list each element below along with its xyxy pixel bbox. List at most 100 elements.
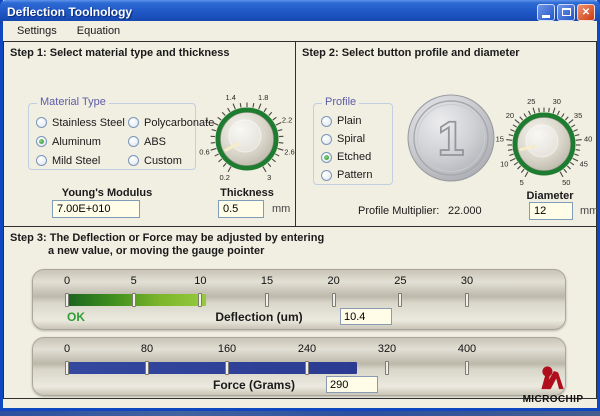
tick-label: 30 [461,275,473,287]
radio-label: Etched [337,151,371,163]
menu-settings[interactable]: Settings [9,23,65,39]
step3-header-line2: a new value, or moving the gauge pointer [48,245,264,257]
svg-text:30: 30 [553,97,561,106]
radio-label: Spiral [337,133,365,145]
deflection-gauge-label: Deflection (um) [173,310,345,324]
step1-header: Step 1: Select material type and thickne… [10,47,229,59]
menubar: Settings Equation [3,21,597,41]
tick-mark [65,361,69,375]
tick-mark [132,293,136,307]
svg-text:0.6: 0.6 [199,148,209,157]
youngs-modulus-label: Young's Modulus [52,187,162,199]
radio-icon [128,136,139,147]
radio-aluminum[interactable]: Aluminum [36,132,128,151]
svg-text:40: 40 [584,134,592,143]
svg-text:2.6: 2.6 [284,148,294,157]
close-button[interactable]: ✕ [577,4,595,21]
svg-text:2.2: 2.2 [282,115,292,124]
main-content: Step 1: Select material type and thickne… [3,41,597,405]
step1-panel: Step 1: Select material type and thickne… [3,41,296,227]
step3-panel: Step 3: The Deflection or Force may be a… [3,226,597,399]
step2-panel: Step 2: Select button profile and diamet… [295,41,597,227]
youngs-modulus-input[interactable] [52,200,140,218]
tick-label: 400 [458,343,476,355]
svg-text:45: 45 [580,160,588,169]
maximize-button[interactable] [557,4,575,21]
radio-label: Pattern [337,169,372,181]
force-bar[interactable] [67,362,357,374]
radio-icon [36,117,47,128]
tick-mark [265,293,269,307]
radio-icon [321,134,332,145]
tick-label: 25 [394,275,406,287]
profile-options: Plain Spiral Etched Pattern [314,104,392,184]
profile-multiplier-label: Profile Multiplier: [358,205,439,217]
deflection-bar[interactable] [67,294,206,306]
thickness-knob[interactable]: 0.2 0.6 1 1.4 1.8 2.2 2.6 3 [195,87,299,191]
app-window: Deflection Toolnology ✕ Settings Equatio… [0,0,600,411]
svg-text:1.8: 1.8 [258,93,268,102]
radio-pattern[interactable]: Pattern [321,166,392,184]
diameter-knob[interactable]: 5101520253035404550 [492,92,596,196]
svg-text:50: 50 [562,178,570,187]
radio-plain[interactable]: Plain [321,112,392,130]
tick-mark [198,293,202,307]
svg-text:35: 35 [574,111,582,120]
radio-mild-steel[interactable]: Mild Steel [36,151,128,170]
force-gauge-label: Force (Grams) [168,378,340,392]
thickness-label: Thickness [202,187,292,199]
profile-group: Profile PlainSpiralEtchedPattern [313,103,393,185]
minimize-button[interactable] [537,4,555,21]
svg-text:5: 5 [520,178,524,187]
radio-label: ABS [144,136,166,148]
tick-mark [305,361,309,375]
radio-label: Plain [337,115,361,127]
diameter-input[interactable] [529,202,573,220]
tick-label: 5 [131,275,137,287]
thickness-unit: mm [272,203,290,215]
microchip-wordmark: MICROCHIP [514,394,592,405]
radio-etched[interactable]: Etched [321,148,392,166]
tick-label: 320 [378,343,396,355]
titlebar-buttons: ✕ [537,4,600,21]
radio-icon [321,170,332,181]
button-preview: 1 [407,94,495,182]
material-type-group: Material Type Stainless SteelPolycarbona… [28,103,196,170]
deflection-value-input[interactable] [340,308,392,325]
material-type-caption: Material Type [37,96,109,108]
radio-icon [36,155,47,166]
radio-icon [128,117,139,128]
radio-stainless-steel[interactable]: Stainless Steel [36,113,128,132]
tick-mark [332,293,336,307]
thickness-input[interactable] [218,200,264,218]
svg-text:10: 10 [500,160,508,169]
svg-text:15: 15 [496,134,504,143]
svg-text:3: 3 [267,173,271,182]
svg-text:1.4: 1.4 [226,93,236,102]
tick-label: 20 [328,275,340,287]
radio-label: Aluminum [52,136,101,148]
force-value-input[interactable] [326,376,378,393]
maximize-icon [562,8,571,16]
tick-label: 10 [194,275,206,287]
microchip-m-icon [538,365,568,391]
step3-header-line1: Step 3: The Deflection or Force may be a… [10,232,324,244]
tick-label: 80 [141,343,153,355]
tick-mark [385,361,389,375]
radio-icon [321,152,332,163]
radio-spiral[interactable]: Spiral [321,130,392,148]
tick-mark [465,293,469,307]
deflection-gauge[interactable]: OK Deflection (um) 051015202530 [32,269,566,330]
material-type-options: Stainless SteelPolycarbonateAluminumABSM… [29,104,195,170]
profile-caption: Profile [322,96,359,108]
tick-mark [145,361,149,375]
force-gauge[interactable]: Force (Grams) 080160240320400 [32,337,566,396]
svg-text:0.2: 0.2 [220,173,230,182]
step2-header: Step 2: Select button profile and diamet… [302,47,520,59]
radio-icon [36,136,47,147]
close-icon: ✕ [582,7,590,18]
radio-label: Stainless Steel [52,117,125,129]
svg-text:1: 1 [205,115,209,124]
menu-equation[interactable]: Equation [69,23,128,39]
radio-label: Custom [144,155,182,167]
